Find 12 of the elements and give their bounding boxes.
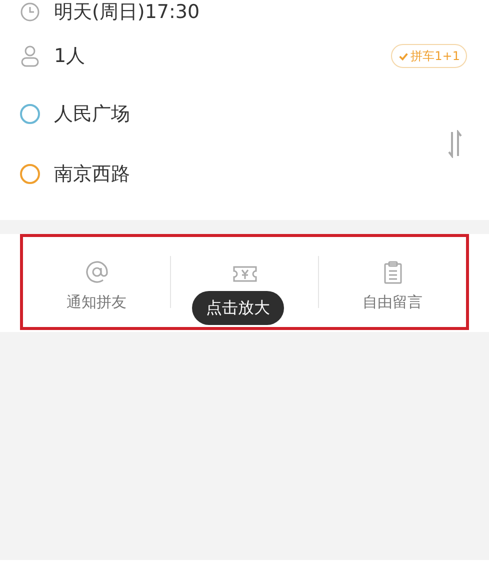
clipboard-icon [382,260,402,284]
action-button[interactable]: 通知拼友 [66,252,126,312]
start-location: 人民广场 [54,102,130,127]
person-icon [20,45,40,67]
passenger-count: 1人 [54,44,86,69]
at-sign-icon [84,260,108,284]
departure-time: 明天(周日)17:30 [54,0,200,25]
action-button[interactable]: 自由留言 [362,252,422,312]
end-location: 南京西路 [54,162,130,187]
clock-icon [20,2,40,22]
ticket-icon [232,264,258,284]
tooltip: 点击放大 [192,291,284,325]
